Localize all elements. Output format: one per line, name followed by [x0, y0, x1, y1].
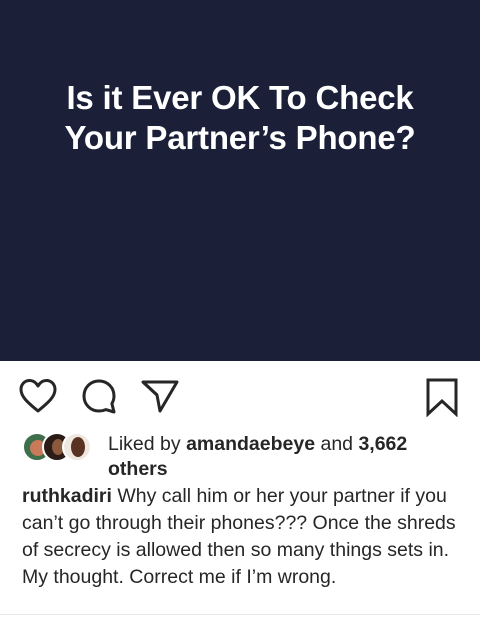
likes-summary[interactable]: Liked by amandaebeye and 3,662 others [108, 432, 448, 482]
comment-bubble-icon[interactable] [80, 377, 118, 417]
likes-count[interactable]: 3,662 [358, 433, 407, 455]
caption-username[interactable]: ruthkadiri [22, 485, 112, 507]
likes-conjunction: and [315, 433, 359, 455]
bookmark-icon[interactable] [422, 377, 462, 417]
post-image[interactable]: Is it Ever OK To Check Your Partner’s Ph… [0, 0, 480, 361]
heart-icon[interactable] [18, 377, 58, 417]
post-action-bar [0, 361, 480, 431]
liker-username[interactable]: amandaebeye [186, 433, 315, 455]
post-image-text: Is it Ever OK To Check Your Partner’s Ph… [64, 79, 416, 156]
post-caption: ruthkadiri Why call him or her your part… [22, 483, 462, 591]
liker-avatars[interactable] [22, 432, 100, 466]
divider [0, 614, 480, 615]
likes-prefix: Liked by [108, 433, 187, 455]
likes-row: Liked by amandaebeye and 3,662 others [22, 432, 462, 482]
likes-others[interactable]: others [108, 458, 168, 480]
avatar [62, 432, 92, 462]
paper-plane-icon[interactable] [140, 377, 180, 417]
